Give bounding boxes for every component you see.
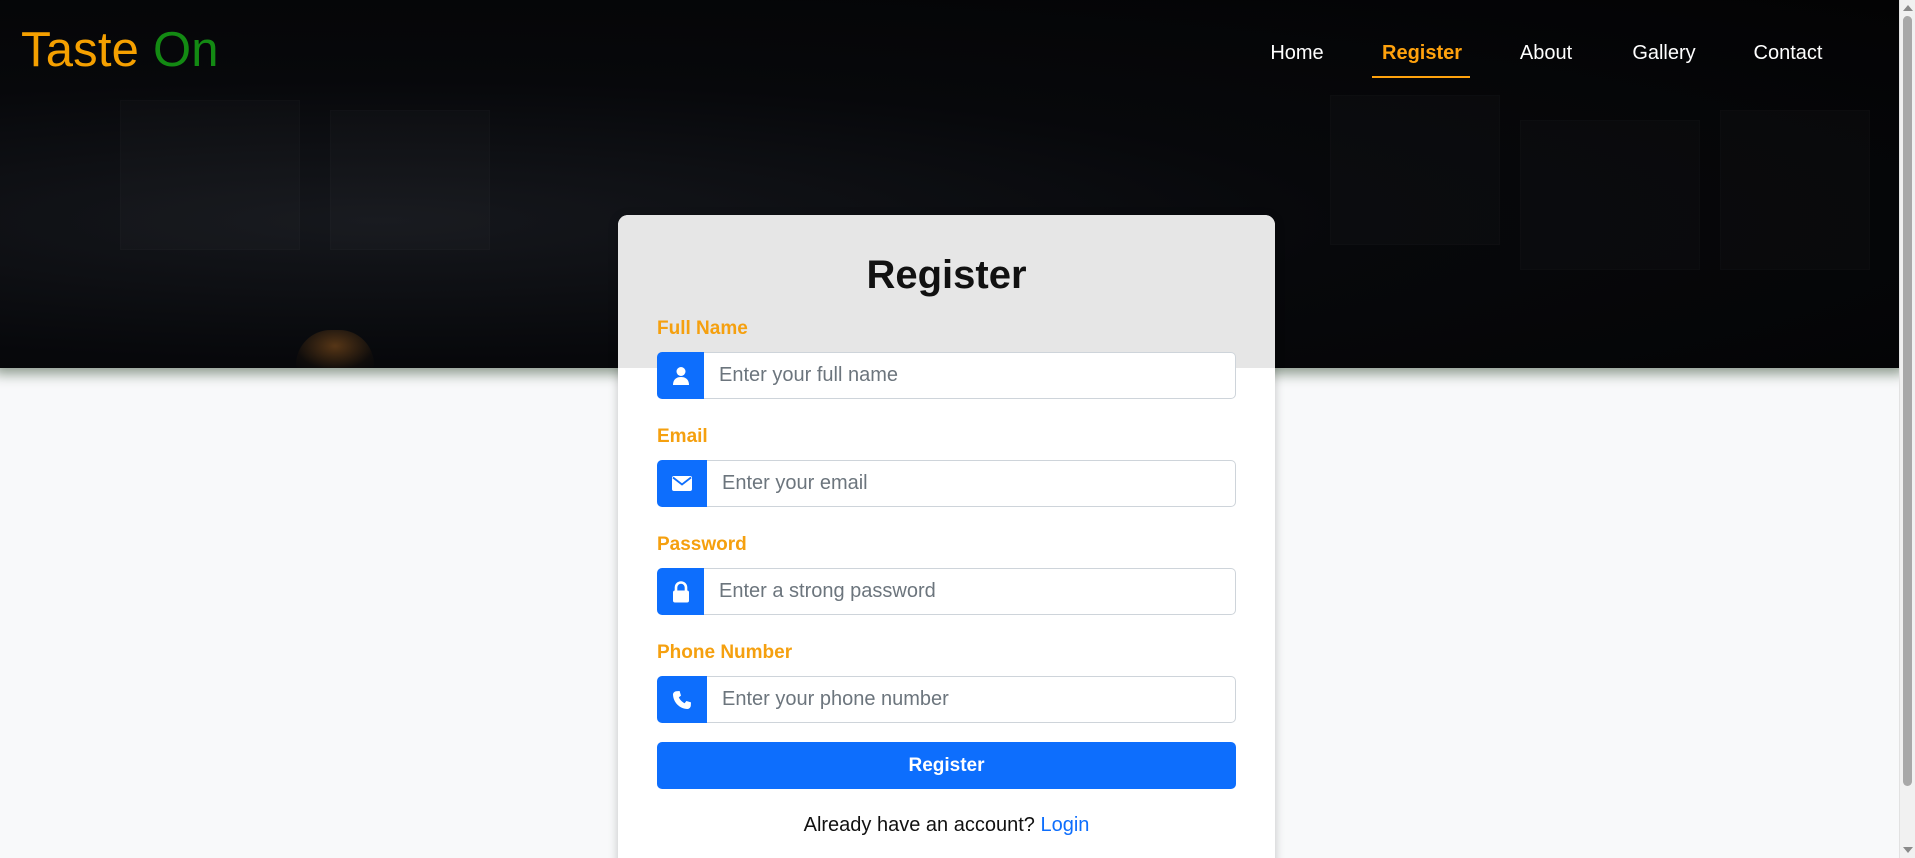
- password-group: [657, 568, 1236, 615]
- scroll-up-arrow-icon[interactable]: [1903, 5, 1913, 11]
- email-group: [657, 460, 1236, 507]
- full-name-group: [657, 352, 1236, 399]
- email-label: Email: [657, 426, 708, 447]
- password-input[interactable]: [704, 568, 1236, 615]
- register-card: Register Full Name Email Password: [618, 215, 1275, 858]
- phone-icon: [657, 676, 707, 723]
- login-prompt-text: Already have an account?: [803, 814, 1035, 836]
- full-name-input[interactable]: [704, 352, 1236, 399]
- phone-group: [657, 676, 1236, 723]
- main-nav: Home Register About Gallery Contact: [0, 38, 1899, 82]
- login-link[interactable]: Login: [1040, 814, 1089, 836]
- phone-label: Phone Number: [657, 642, 793, 663]
- envelope-icon: [657, 460, 707, 507]
- lock-icon: [657, 568, 704, 615]
- form-title: Register: [866, 253, 1027, 297]
- nav-link-contact[interactable]: Contact: [1753, 38, 1823, 82]
- register-button[interactable]: Register: [657, 742, 1236, 789]
- password-label: Password: [657, 534, 747, 555]
- scrollbar-thumb[interactable]: [1903, 16, 1912, 786]
- phone-input[interactable]: [707, 676, 1236, 723]
- page-scrollbar[interactable]: [1899, 0, 1915, 858]
- nav-link-gallery[interactable]: Gallery: [1632, 38, 1696, 82]
- nav-link-about[interactable]: About: [1518, 38, 1574, 82]
- nav-link-register[interactable]: Register: [1372, 38, 1470, 82]
- full-name-label: Full Name: [657, 318, 748, 339]
- login-prompt: Already have an account? Login: [618, 814, 1275, 837]
- user-icon: [657, 352, 704, 399]
- nav-link-home[interactable]: Home: [1268, 38, 1326, 82]
- email-input[interactable]: [707, 460, 1236, 507]
- scroll-down-arrow-icon[interactable]: [1903, 847, 1913, 853]
